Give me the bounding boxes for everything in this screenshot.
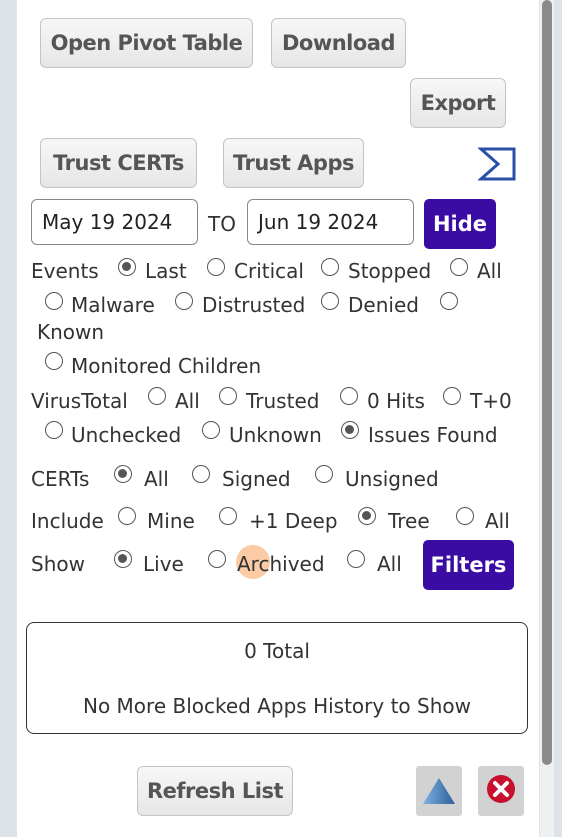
- events-radio-monitored-children[interactable]: [45, 352, 63, 370]
- radio-label: All: [144, 467, 169, 491]
- radio-label: T+0: [470, 389, 512, 413]
- radio-label: Malware: [71, 293, 155, 317]
- radio-label: Signed: [222, 467, 291, 491]
- vt-radio-t0[interactable]: [443, 387, 461, 405]
- include-radio-mine[interactable]: [118, 507, 136, 525]
- radio-label: All: [377, 552, 402, 576]
- include-radio-1-deep[interactable]: [219, 507, 237, 525]
- events-radio-denied[interactable]: [321, 292, 339, 310]
- radio-label: All: [477, 259, 502, 283]
- trust-certs-button[interactable]: Trust CERTs: [40, 138, 197, 188]
- events-radio-critical[interactable]: [207, 258, 225, 276]
- show-label: Show: [31, 552, 85, 576]
- radio-label: Tree: [388, 509, 430, 533]
- sigma-icon[interactable]: [478, 146, 518, 182]
- triangle-up-icon: [423, 778, 455, 804]
- events-radio-last[interactable]: [118, 258, 136, 276]
- vt-radio-unchecked[interactable]: [45, 421, 63, 439]
- to-label: TO: [208, 212, 236, 236]
- radio-label: Trusted: [246, 389, 320, 413]
- events-label: Events: [31, 259, 99, 283]
- radio-label: Known: [37, 320, 105, 344]
- include-radio-all[interactable]: [456, 507, 474, 525]
- hide-button[interactable]: Hide: [424, 199, 496, 249]
- radio-label: Monitored Children: [71, 354, 262, 378]
- radio-label: Mine: [147, 509, 195, 533]
- virustotal-label: VirusTotal: [31, 389, 128, 413]
- trust-apps-button[interactable]: Trust Apps: [223, 138, 364, 188]
- scroll-top-button[interactable]: [416, 766, 462, 816]
- show-radio-live[interactable]: [114, 550, 132, 568]
- empty-message: No More Blocked Apps History to Show: [83, 694, 471, 718]
- certs-label: CERTs: [31, 467, 90, 491]
- radio-label: Denied: [348, 293, 419, 317]
- events-radio-distrusted[interactable]: [175, 292, 193, 310]
- refresh-list-button[interactable]: Refresh List: [137, 766, 293, 816]
- show-radio-archived[interactable]: [208, 550, 226, 568]
- radio-label: Issues Found: [368, 423, 498, 447]
- radio-label: +1 Deep: [249, 509, 338, 533]
- events-radio-malware[interactable]: [45, 292, 63, 310]
- radio-label: Live: [143, 552, 184, 576]
- vt-radio-issues-found[interactable]: [341, 421, 359, 439]
- export-button[interactable]: Export: [410, 78, 506, 128]
- certs-radio-signed[interactable]: [192, 465, 210, 483]
- vt-radio-unknown[interactable]: [202, 421, 220, 439]
- download-button[interactable]: Download: [271, 18, 406, 68]
- certs-radio-unsigned[interactable]: [315, 465, 333, 483]
- vt-radio-all[interactable]: [148, 387, 166, 405]
- radio-label: All: [175, 389, 200, 413]
- radio-label: Unsigned: [345, 467, 439, 491]
- filters-button[interactable]: Filters: [423, 540, 514, 590]
- scrollbar-thumb[interactable]: [542, 0, 552, 765]
- events-radio-known[interactable]: [440, 292, 458, 310]
- date-to-input[interactable]: Jun 19 2024: [247, 199, 414, 245]
- certs-radio-all[interactable]: [114, 465, 132, 483]
- radio-label: Archived: [237, 552, 325, 576]
- open-pivot-table-button[interactable]: Open Pivot Table: [40, 18, 253, 68]
- radio-label: Stopped: [348, 259, 432, 283]
- radio-label: Critical: [234, 259, 304, 283]
- events-radio-all[interactable]: [450, 258, 468, 276]
- include-radio-tree[interactable]: [358, 507, 376, 525]
- radio-label: Unknown: [229, 423, 322, 447]
- close-icon: [487, 775, 515, 803]
- show-radio-all[interactable]: [347, 550, 365, 568]
- radio-label: Unchecked: [71, 423, 182, 447]
- events-radio-stopped[interactable]: [321, 258, 339, 276]
- radio-label: Distrusted: [202, 293, 306, 317]
- results-box: 0 Total No More Blocked Apps History to …: [26, 622, 528, 734]
- total-count: 0 Total: [244, 639, 310, 663]
- close-button[interactable]: [478, 766, 524, 816]
- radio-label: Last: [145, 259, 187, 283]
- vt-radio-trusted[interactable]: [219, 387, 237, 405]
- date-from-input[interactable]: May 19 2024: [31, 199, 198, 245]
- vt-radio-0-hits[interactable]: [340, 387, 358, 405]
- radio-label: 0 Hits: [367, 389, 425, 413]
- include-label: Include: [31, 509, 104, 533]
- radio-label: All: [485, 509, 510, 533]
